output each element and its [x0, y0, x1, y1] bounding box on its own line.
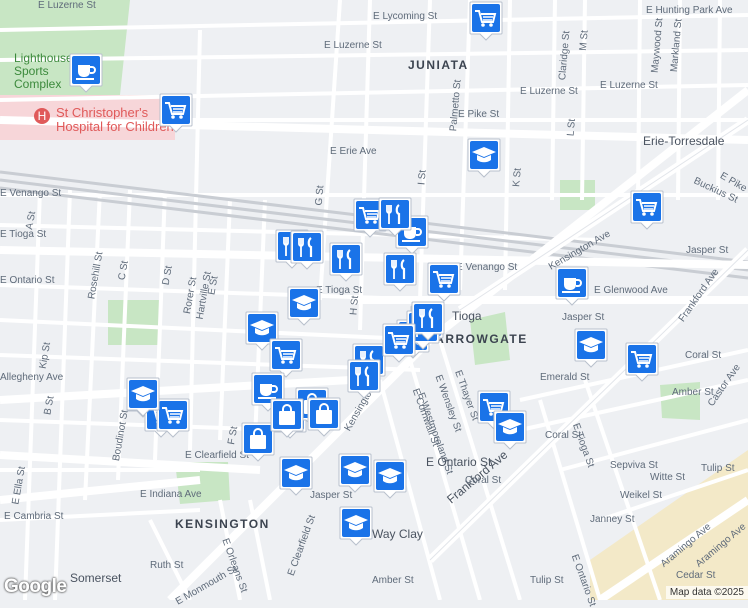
map-marker-shopping[interactable] — [158, 92, 194, 134]
map-attribution[interactable]: Map data ©2025 — [665, 586, 748, 599]
map-marker-shopping[interactable] — [624, 341, 660, 383]
school-cap-icon — [467, 138, 501, 178]
map-marker-school[interactable] — [278, 455, 314, 497]
park-area — [660, 382, 700, 420]
restaurant-icon — [378, 197, 412, 237]
school-cap-icon — [287, 286, 321, 326]
school-cap-icon — [574, 328, 608, 368]
map-marker-restaurant[interactable] — [328, 241, 364, 283]
shopping-cart-icon — [630, 190, 664, 230]
map-marker-school[interactable] — [337, 452, 373, 494]
coffee-cup-icon — [69, 53, 103, 93]
park-area — [470, 312, 510, 365]
restaurant-icon — [383, 252, 417, 292]
map-marker-restaurant[interactable] — [289, 229, 325, 271]
restaurant-icon — [347, 359, 381, 399]
school-cap-icon — [493, 410, 527, 450]
map-marker-bag[interactable] — [269, 397, 305, 439]
map-marker-school[interactable] — [338, 505, 374, 547]
shopping-bag-icon — [307, 397, 341, 437]
coffee-cup-icon — [555, 266, 589, 306]
map-marker-shopping[interactable] — [426, 261, 462, 303]
map-marker-school[interactable] — [372, 458, 408, 500]
map-marker-coffee[interactable] — [68, 52, 104, 94]
school-cap-icon — [373, 459, 407, 499]
map-marker-restaurant[interactable] — [346, 358, 382, 400]
map-marker-shopping[interactable] — [381, 322, 417, 364]
google-logo: Google — [4, 576, 67, 597]
map-marker-coffee[interactable] — [554, 265, 590, 307]
map-marker-school[interactable] — [286, 285, 322, 327]
school-cap-icon — [126, 377, 160, 417]
school-cap-icon — [339, 506, 373, 546]
park-area — [108, 300, 160, 345]
map-marker-shopping[interactable] — [629, 189, 665, 231]
shopping-cart-icon — [625, 342, 659, 382]
shopping-cart-icon — [382, 323, 416, 363]
restaurant-icon — [329, 242, 363, 282]
map-marker-school[interactable] — [125, 376, 161, 418]
map-base-layer — [0, 0, 748, 604]
map-marker-bag[interactable] — [306, 396, 342, 438]
map-marker-school[interactable] — [466, 137, 502, 179]
map-marker-restaurant[interactable] — [382, 251, 418, 293]
shopping-cart-icon — [427, 262, 461, 302]
map-marker-restaurant[interactable] — [377, 196, 413, 238]
shopping-cart-icon — [469, 1, 503, 41]
map-marker-school[interactable] — [573, 327, 609, 369]
restaurant-icon — [290, 230, 324, 270]
map-marker-shopping[interactable] — [468, 0, 504, 42]
shopping-bag-icon — [270, 398, 304, 438]
school-cap-icon — [279, 456, 313, 496]
hospital-icon: H — [34, 108, 50, 124]
park-lighthouse-complex — [0, 0, 130, 95]
school-cap-icon — [338, 453, 372, 493]
map-marker-school[interactable] — [492, 409, 528, 451]
shopping-cart-icon — [159, 93, 193, 133]
map-canvas[interactable]: JUNIATA HARROWGATE KENSINGTON St Christo… — [0, 0, 748, 608]
